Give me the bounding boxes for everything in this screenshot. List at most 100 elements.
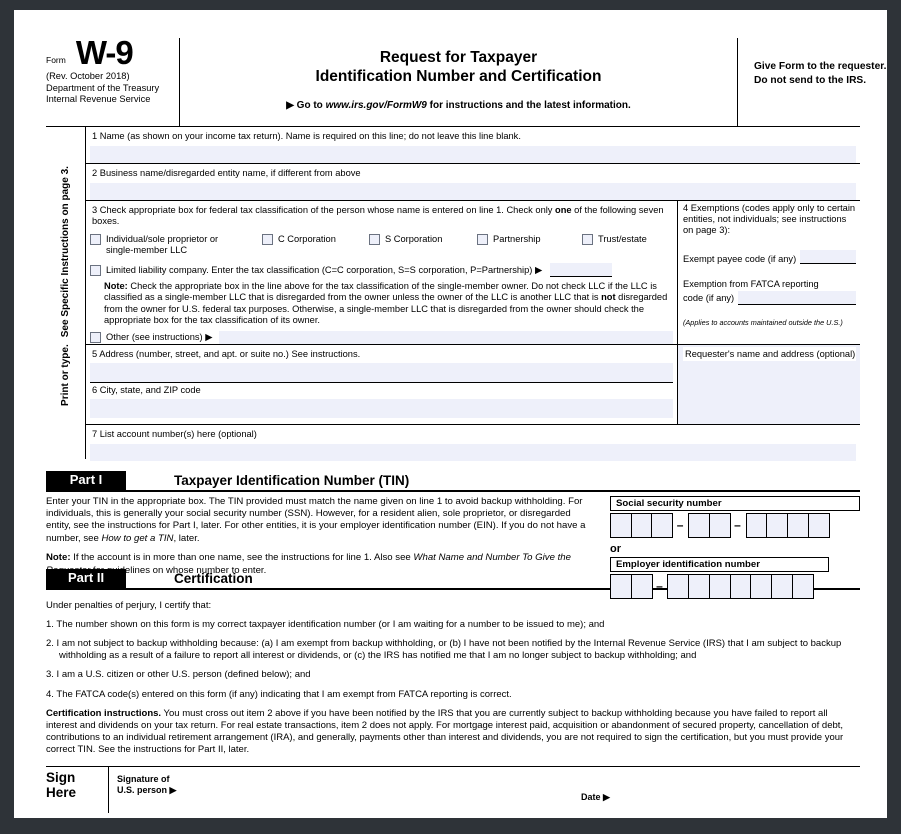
checkbox-s-corporation-icon[interactable] bbox=[369, 234, 380, 245]
w9-form: Form W-9 (Rev. October 2018) Department … bbox=[14, 10, 887, 813]
tin-entry-boxes: Social security number – – or Employer i… bbox=[610, 495, 860, 599]
signature-input[interactable] bbox=[176, 767, 860, 813]
ssn-group-1[interactable] bbox=[610, 512, 674, 538]
classification-option-other[interactable]: Other (see instructions) ▶ bbox=[90, 330, 673, 344]
ssn-digit-box[interactable] bbox=[708, 512, 731, 538]
ein-digit-box[interactable] bbox=[770, 573, 793, 599]
form-title-line1: Request for Taxpayer bbox=[379, 49, 538, 66]
certification-intro: Under penalties of perjury, I certify th… bbox=[46, 599, 212, 611]
part-2-title: Certification bbox=[174, 570, 253, 586]
fatca-label-line1: Exemption from FATCA reporting bbox=[683, 278, 819, 289]
irs-url-line: ▶ Go to www.irs.gov/FormW9 for instructi… bbox=[186, 100, 731, 111]
exempt-payee-code-input[interactable] bbox=[800, 249, 856, 264]
classification-label-individual-2: single-member LLC bbox=[106, 245, 188, 255]
classification-option-trust-estate[interactable]: Trust/estate bbox=[582, 234, 647, 245]
checkbox-c-corporation-icon[interactable] bbox=[262, 234, 273, 245]
line-7-label: 7 List account number(s) here (optional) bbox=[92, 428, 257, 439]
ssn-group-2[interactable] bbox=[688, 512, 731, 538]
ssn-digit-box[interactable] bbox=[766, 512, 789, 538]
ssn-digit-box[interactable] bbox=[786, 512, 809, 538]
goto-suffix-text: for instructions and the latest informat… bbox=[426, 100, 631, 111]
line-2-row: 2 Business name/disregarded entity name,… bbox=[86, 164, 860, 201]
llc-note: Note: Check the appropriate box in the l… bbox=[104, 281, 668, 326]
ein-group-1[interactable] bbox=[610, 573, 653, 599]
line-3-label: 3 Check appropriate box for federal tax … bbox=[92, 205, 664, 226]
exempt-payee-row: Exempt payee code (if any) bbox=[683, 249, 856, 264]
line-7-row: 7 List account number(s) here (optional) bbox=[86, 425, 860, 461]
fatca-code-input[interactable] bbox=[738, 290, 856, 305]
form-body: Print or type. See Specific Instructions… bbox=[46, 126, 860, 461]
checkbox-individual-icon[interactable] bbox=[90, 234, 101, 245]
or-separator-label: or bbox=[610, 542, 621, 555]
checkbox-trust-estate-icon[interactable] bbox=[582, 234, 593, 245]
ssn-digit-box[interactable] bbox=[630, 512, 653, 538]
line-5-address-input[interactable] bbox=[90, 362, 673, 382]
ein-digit-box[interactable] bbox=[708, 573, 731, 599]
ein-digit-box[interactable] bbox=[610, 573, 632, 599]
checkbox-llc-icon[interactable] bbox=[90, 264, 101, 276]
ein-boxes[interactable]: – bbox=[610, 573, 860, 599]
fatca-applies-note: (Applies to accounts maintained outside … bbox=[683, 317, 843, 327]
classification-checkbox-row: Individual/sole proprietor or single-mem… bbox=[90, 234, 673, 256]
certification-item-4: 4. The FATCA code(s) entered on this for… bbox=[46, 688, 512, 700]
other-classification-input[interactable] bbox=[219, 330, 673, 344]
requester-name-address-input[interactable] bbox=[683, 361, 856, 424]
ssn-label: Social security number bbox=[610, 495, 860, 511]
ein-digit-box[interactable] bbox=[667, 573, 690, 599]
certification-text: Under penalties of perjury, I certify th… bbox=[46, 600, 860, 757]
ssn-boxes[interactable]: – – bbox=[610, 512, 860, 538]
line-6-city-state-zip-input[interactable] bbox=[90, 398, 673, 418]
line-2-label: 2 Business name/disregarded entity name,… bbox=[92, 168, 361, 178]
classification-label-partnership: Partnership bbox=[493, 234, 541, 244]
ssn-digit-box[interactable] bbox=[610, 512, 632, 538]
part-1-title: Taxpayer Identification Number (TIN) bbox=[174, 472, 410, 488]
classification-label-c-corporation: C Corporation bbox=[278, 234, 336, 244]
ssn-digit-box[interactable] bbox=[745, 512, 768, 538]
ssn-digit-box[interactable] bbox=[688, 512, 711, 538]
date-field[interactable]: Date ▶ bbox=[581, 792, 610, 803]
classification-option-individual[interactable]: Individual/sole proprietor or single-mem… bbox=[90, 234, 262, 256]
ssn-digit-box[interactable] bbox=[651, 512, 674, 538]
form-word-label: Form bbox=[46, 55, 66, 65]
certification-item-3: 3. I am a U.S. citizen or other U.S. per… bbox=[46, 669, 311, 681]
checkbox-partnership-icon[interactable] bbox=[477, 234, 488, 245]
ein-digit-box[interactable] bbox=[729, 573, 752, 599]
ein-digit-box[interactable] bbox=[750, 573, 773, 599]
part-2-section: Part II Certification Under penalties of… bbox=[46, 568, 860, 813]
irs-line: Internal Revenue Service bbox=[46, 93, 151, 104]
line-4-label: 4 Exemptions (codes apply only to certai… bbox=[683, 203, 856, 236]
irs-url-text[interactable]: www.irs.gov/FormW9 bbox=[326, 100, 427, 111]
signature-section: Sign Here Signature of U.S. person ▶ Dat… bbox=[46, 765, 860, 813]
checkbox-other-icon[interactable] bbox=[90, 331, 101, 343]
line-5-label: 5 Address (number, street, and apt. or s… bbox=[92, 348, 361, 359]
form-number: W-9 bbox=[75, 34, 134, 71]
ssn-digit-box[interactable] bbox=[807, 512, 830, 538]
ein-digit-box[interactable] bbox=[688, 573, 711, 599]
line-2-business-name-input[interactable] bbox=[90, 183, 856, 200]
classification-option-s-corporation[interactable]: S Corporation bbox=[369, 234, 477, 245]
side-rail-print-or-type: Print or type. bbox=[60, 344, 71, 406]
line-7-account-numbers-input[interactable] bbox=[90, 443, 856, 461]
sign-here-tag: Sign Here bbox=[46, 766, 109, 813]
ein-digit-box[interactable] bbox=[630, 573, 653, 599]
ssn-dash-2: – bbox=[734, 518, 741, 533]
line-5-row: 5 Address (number, street, and apt. or s… bbox=[90, 347, 673, 383]
classification-label-trust-estate: Trust/estate bbox=[598, 234, 647, 244]
form-title-line2: Identification Number and Certification bbox=[315, 68, 602, 85]
ein-group-2[interactable] bbox=[667, 573, 814, 599]
classification-option-partnership[interactable]: Partnership bbox=[477, 234, 582, 245]
classification-option-c-corporation[interactable]: C Corporation bbox=[262, 234, 369, 245]
classification-option-llc[interactable]: Limited liability company. Enter the tax… bbox=[90, 263, 673, 277]
line-1-label: 1 Name (as shown on your income tax retu… bbox=[92, 131, 521, 141]
form-revision-date: (Rev. October 2018) bbox=[46, 71, 130, 81]
fatca-block: Exemption from FATCA reporting code (if … bbox=[683, 278, 856, 305]
line-6-label: 6 City, state, and ZIP code bbox=[92, 384, 201, 395]
ein-digit-box[interactable] bbox=[791, 573, 814, 599]
exempt-payee-label: Exempt payee code (if any) bbox=[683, 253, 797, 264]
requester-section[interactable]: Requester's name and address (optional) bbox=[678, 344, 860, 424]
ssn-group-3[interactable] bbox=[745, 512, 830, 538]
llc-tax-classification-input[interactable] bbox=[550, 263, 613, 277]
requester-label: Requester's name and address (optional) bbox=[683, 346, 856, 361]
line-1-name-input[interactable] bbox=[90, 146, 856, 163]
ssn-dash-1: – bbox=[676, 518, 684, 533]
